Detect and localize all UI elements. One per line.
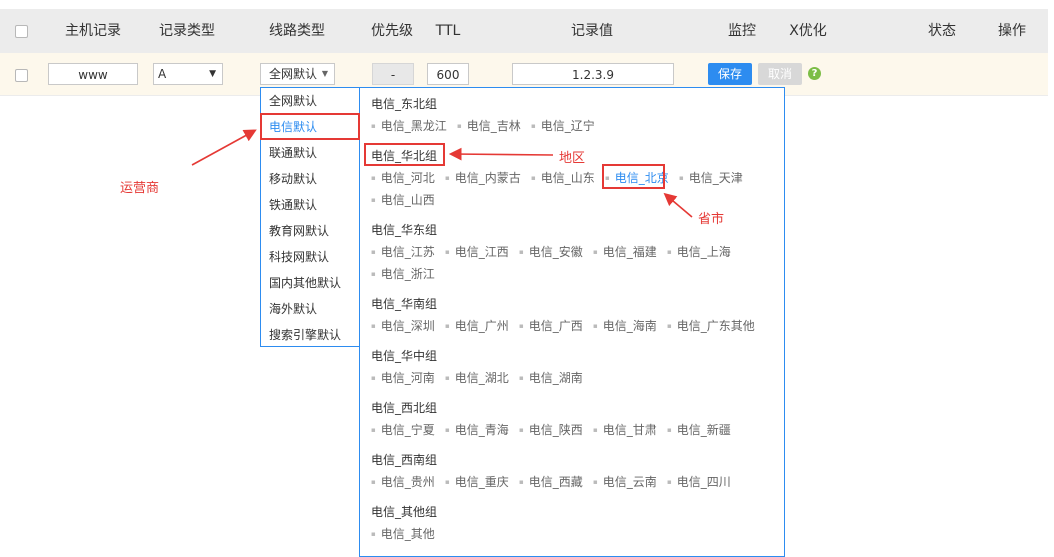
annotation-province: 省市	[698, 212, 725, 227]
header-monitor: 监控	[728, 23, 756, 39]
ttl-input[interactable]: 600	[427, 63, 469, 85]
province-option[interactable]: 电信_重庆	[445, 473, 509, 491]
province-option[interactable]: 电信_深圳	[371, 317, 435, 335]
carrier-menu-item[interactable]: 全网默认	[269, 88, 317, 114]
arrow-to-carrier	[191, 129, 257, 166]
province-option[interactable]: 电信_海南	[593, 317, 657, 335]
carrier-menu-item[interactable]: 搜索引擎默认	[269, 322, 341, 348]
record-type-value: A	[158, 67, 167, 81]
province-option[interactable]: 电信_江苏	[371, 243, 435, 261]
province-option[interactable]: 电信_湖北	[445, 369, 509, 387]
carrier-menu-item[interactable]: 移动默认	[269, 166, 317, 192]
province-option[interactable]: 电信_广州	[445, 317, 509, 335]
province-option[interactable]: 电信_吉林	[457, 117, 521, 135]
header-record-type: 记录类型	[159, 23, 215, 39]
header-line-type: 线路类型	[269, 23, 325, 39]
province-option[interactable]: 电信_河南	[371, 369, 435, 387]
cancel-button[interactable]: 取消	[758, 63, 802, 85]
province-option[interactable]: 电信_陕西	[519, 421, 583, 439]
province-option[interactable]: 电信_宁夏	[371, 421, 435, 439]
carrier-highlight-box	[260, 113, 360, 140]
province-option[interactable]: 电信_云南	[593, 473, 657, 491]
header-x-optimize: X优化	[789, 23, 827, 39]
province-option[interactable]: 电信_安徽	[519, 243, 583, 261]
dropdown-caret-icon: ▼	[321, 69, 328, 78]
header-ttl: TTL	[435, 23, 461, 39]
province-option[interactable]: 电信_贵州	[371, 473, 435, 491]
region-title[interactable]: 电信_其他组	[371, 503, 437, 521]
region-title[interactable]: 电信_华南组	[371, 295, 437, 313]
province-option[interactable]: 电信_浙江	[371, 265, 435, 283]
province-option[interactable]: 电信_新疆	[667, 421, 731, 439]
province-option[interactable]: 电信_广西	[519, 317, 583, 335]
priority-input[interactable]: -	[372, 63, 414, 85]
table-header: 主机记录 记录类型 线路类型 优先级 TTL 记录值 监控 X优化 状态 操作	[0, 9, 1048, 54]
region-title[interactable]: 电信_西北组	[371, 399, 437, 417]
region-title[interactable]: 电信_华中组	[371, 347, 437, 365]
carrier-menu-item[interactable]: 科技网默认	[269, 244, 329, 270]
province-highlight-box	[602, 164, 665, 189]
region-title[interactable]: 电信_华东组	[371, 221, 437, 239]
province-option[interactable]: 电信_江西	[445, 243, 509, 261]
province-option[interactable]: 电信_湖南	[519, 369, 583, 387]
carrier-menu-item[interactable]: 联通默认	[269, 140, 317, 166]
carrier-menu-item[interactable]: 铁通默认	[269, 192, 317, 218]
save-button[interactable]: 保存	[708, 63, 752, 85]
header-priority: 优先级	[371, 23, 413, 39]
help-icon[interactable]: ?	[808, 67, 821, 80]
region-title[interactable]: 电信_东北组	[371, 95, 437, 113]
province-option[interactable]: 电信_山东	[531, 169, 595, 187]
region-highlight-box	[364, 143, 445, 166]
province-option[interactable]: 电信_其他	[371, 525, 435, 543]
record-value-input[interactable]: 1.2.3.9	[512, 63, 674, 85]
header-action: 操作	[998, 23, 1026, 39]
province-option[interactable]: 电信_青海	[445, 421, 509, 439]
province-option[interactable]: 电信_广东其他	[667, 317, 755, 335]
carrier-menu-item[interactable]: 国内其他默认	[269, 270, 341, 296]
line-type-select[interactable]: 全网默认 ▼	[260, 63, 335, 85]
carrier-menu-item[interactable]: 教育网默认	[269, 218, 329, 244]
province-option[interactable]: 电信_四川	[667, 473, 731, 491]
line-type-value: 全网默认	[269, 67, 318, 81]
province-option[interactable]: 电信_山西	[371, 191, 435, 209]
province-option[interactable]: 电信_福建	[593, 243, 657, 261]
province-option[interactable]: 电信_甘肃	[593, 421, 657, 439]
province-option[interactable]: 电信_辽宁	[531, 117, 595, 135]
province-option[interactable]: 电信_上海	[667, 243, 731, 261]
header-status: 状态	[928, 23, 956, 39]
region-title[interactable]: 电信_西南组	[371, 451, 437, 469]
province-option[interactable]: 电信_西藏	[519, 473, 583, 491]
province-option[interactable]: 电信_黑龙江	[371, 117, 447, 135]
select-all-checkbox[interactable]	[15, 25, 28, 38]
header-host-record: 主机记录	[65, 23, 121, 39]
province-option[interactable]: 电信_河北	[371, 169, 435, 187]
annotation-carrier: 运营商	[120, 181, 160, 196]
carrier-menu-item[interactable]: 海外默认	[269, 296, 317, 322]
host-record-input[interactable]: www	[48, 63, 138, 85]
row-checkbox[interactable]	[15, 69, 28, 82]
record-type-select[interactable]: A ▼	[153, 63, 223, 85]
dropdown-arrow-icon: ▼	[209, 69, 216, 79]
province-option[interactable]: 电信_天津	[679, 169, 743, 187]
province-option[interactable]: 电信_内蒙古	[445, 169, 521, 187]
header-record-value: 记录值	[571, 23, 613, 39]
annotation-region: 地区	[559, 151, 586, 166]
